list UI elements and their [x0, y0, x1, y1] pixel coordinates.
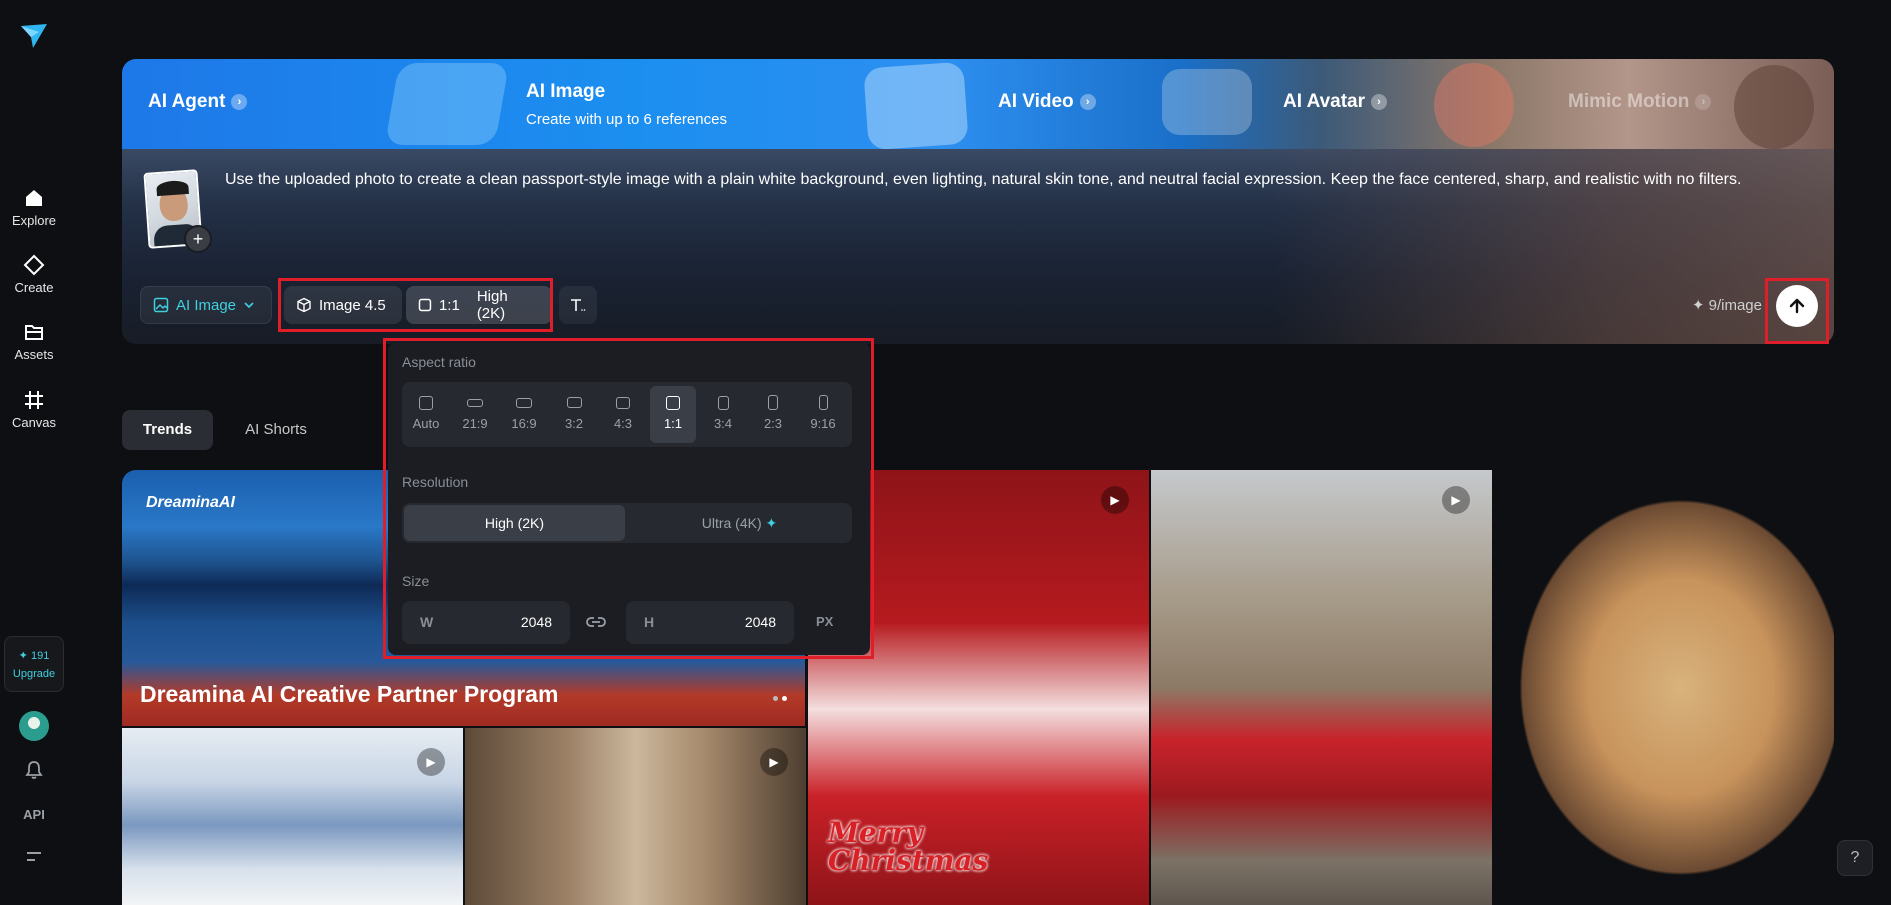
api-link[interactable]: API [0, 807, 68, 822]
add-reference-button[interactable]: + [184, 225, 212, 253]
sidebar-item-label: Explore [11, 213, 57, 228]
tab-ai-shorts[interactable]: AI Shorts [230, 410, 322, 450]
tab-ai-video[interactable]: AI Video › [998, 91, 1096, 113]
text-icon [571, 299, 586, 311]
upgrade-button[interactable]: ✦ 191 Upgrade [4, 636, 64, 692]
chevron-right-icon: › [1695, 94, 1712, 110]
sidebar-item-create[interactable]: Create [0, 254, 68, 295]
sidebar: Explore Create Assets Canvas ✦ 191 Upgra… [0, 0, 68, 905]
bell-icon[interactable] [0, 760, 68, 783]
chevron-down-icon [244, 302, 254, 309]
image-icon [153, 297, 169, 313]
sidebar-item-canvas[interactable]: Canvas [0, 389, 68, 430]
gallery-item-ink-landscape[interactable]: ▶ [122, 728, 463, 905]
sidebar-item-label: Canvas [11, 415, 57, 430]
carousel-dots[interactable] [769, 688, 787, 706]
chevron-right-icon: › [231, 94, 248, 110]
tab-ai-image[interactable]: AI Image [526, 81, 605, 103]
gallery-item-eiffel-tower[interactable]: ▶ [465, 728, 806, 905]
ai-avatar-illustration [1162, 69, 1252, 135]
play-icon: ▶ [1442, 486, 1470, 514]
tab-trends[interactable]: Trends [122, 410, 213, 450]
text-style-button[interactable] [559, 286, 597, 324]
avatar[interactable] [19, 711, 49, 741]
diamond-icon [23, 254, 45, 276]
ai-video-illustration [863, 61, 969, 149]
grid-icon [25, 391, 43, 409]
dreamina-brand-logo: DreaminaAI [146, 494, 235, 511]
ai-agent-illustration [384, 63, 510, 145]
dreamina-logo-icon[interactable] [19, 22, 49, 50]
sidebar-item-label: Create [14, 280, 54, 295]
promo-title: Dreamina AI Creative Partner Program [140, 681, 559, 707]
cost-label: ✦ 9/image [1691, 297, 1762, 314]
play-icon: ▶ [1101, 486, 1129, 514]
sidebar-item-label: Assets [14, 347, 54, 362]
ai-image-subtitle: Create with up to 6 references [526, 111, 727, 128]
feature-banner: AI Agent › AI Image Create with up to 6 … [122, 59, 1834, 149]
mimic-motion-illustration [1734, 65, 1814, 149]
play-icon: ▶ [760, 748, 788, 776]
tab-mimic-motion[interactable]: Mimic Motion › [1568, 91, 1712, 113]
help-button[interactable]: ? [1837, 840, 1873, 876]
credits-count: ✦ 191 [18, 650, 50, 662]
chevron-right-icon: › [1079, 94, 1096, 110]
play-icon: ▶ [417, 748, 445, 776]
tab-ai-agent[interactable]: AI Agent › [148, 91, 248, 113]
highlight-box-generate [1765, 278, 1829, 344]
avatar-girl-illustration [1434, 63, 1514, 147]
upgrade-label: Upgrade [12, 668, 56, 680]
highlight-box-popover [383, 338, 874, 659]
chevron-right-icon: › [1371, 94, 1388, 110]
folder-icon [25, 325, 43, 340]
prompt-input[interactable]: Use the uploaded photo to create a clean… [225, 169, 1805, 191]
gallery-item-dog-red-car[interactable]: ▶ [1151, 470, 1492, 905]
home-icon [26, 190, 42, 206]
sidebar-item-assets[interactable]: Assets [0, 321, 68, 362]
christmas-card-text: Merry Christmas [828, 816, 989, 877]
highlight-box-model-settings [278, 278, 553, 332]
tab-ai-avatar[interactable]: AI Avatar › [1283, 91, 1388, 113]
menu-icon[interactable] [0, 850, 68, 867]
mode-select[interactable]: AI Image [140, 286, 272, 324]
gallery-item-gift-balloon[interactable] [1494, 470, 1834, 905]
sidebar-item-explore[interactable]: Explore [0, 187, 68, 228]
